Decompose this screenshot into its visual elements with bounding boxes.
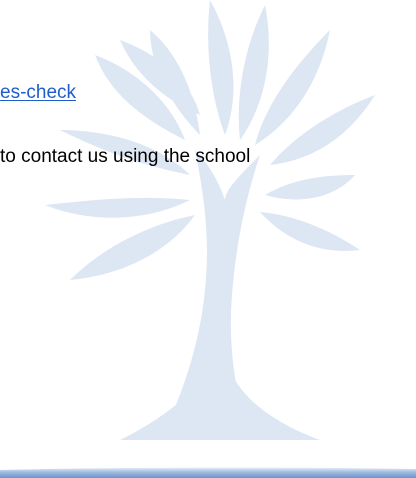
website-link[interactable]: es-check: [0, 82, 76, 103]
website-link-line: es-check: [0, 82, 76, 104]
body-text: to contact us using the school: [0, 146, 251, 167]
document-page: es-check to contact us using the school: [0, 0, 416, 478]
tree-watermark-icon: [45, 0, 375, 440]
footer-band: [0, 467, 416, 478]
